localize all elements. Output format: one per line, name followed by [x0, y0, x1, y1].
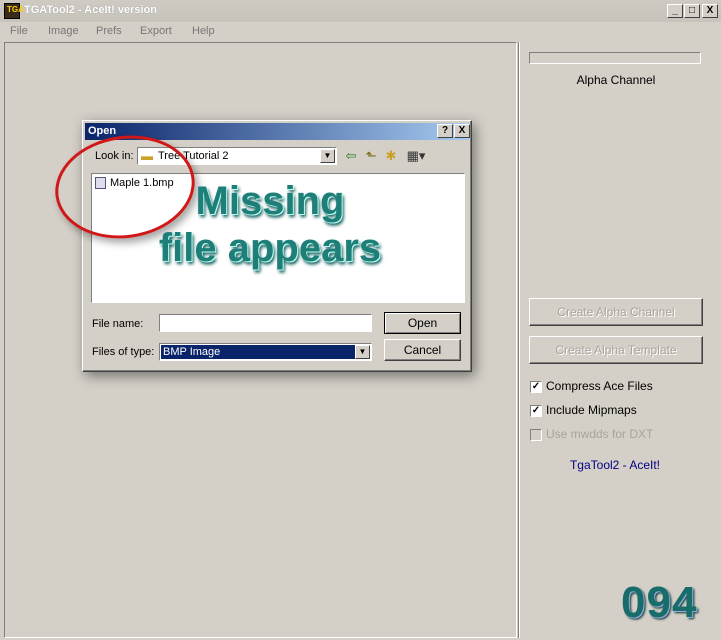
create-alpha-template-button[interactable]: Create Alpha Template	[529, 336, 703, 364]
menu-export[interactable]: Export	[140, 25, 172, 37]
window-title: TGATool2 - AceIt! version	[24, 4, 158, 16]
compress-ace-label: Compress Ace Files	[546, 379, 653, 393]
menu-prefs[interactable]: Prefs	[96, 25, 122, 37]
file-name-label: File name:	[92, 318, 144, 330]
minimize-button[interactable]: _	[667, 4, 683, 18]
chevron-down-icon[interactable]: ▼	[355, 345, 370, 359]
progress-bar	[529, 52, 701, 64]
annotation-line-2: file appears	[158, 226, 382, 270]
use-mwdds-checkbox[interactable]	[530, 429, 542, 441]
help-button[interactable]: ?	[437, 124, 453, 138]
include-mipmaps-checkbox[interactable]: ✓	[530, 405, 542, 417]
files-of-type-label: Files of type:	[92, 346, 155, 358]
dialog-title: Open	[88, 125, 117, 137]
file-type-dropdown[interactable]: BMP Image ▼	[159, 343, 372, 361]
up-folder-icon[interactable]: ⬑	[363, 148, 379, 164]
menu-file[interactable]: File	[10, 25, 28, 37]
menu-bar: File Image Prefs Export Help	[0, 22, 721, 40]
create-alpha-channel-button[interactable]: Create Alpha Channel	[529, 298, 703, 326]
compress-ace-checkbox[interactable]: ✓	[530, 381, 542, 393]
page-number-overlay: 094	[621, 578, 698, 627]
chevron-down-icon[interactable]: ▼	[320, 149, 335, 163]
cancel-button[interactable]: Cancel	[384, 339, 461, 361]
missing-file-annotation: Missing file appears	[90, 178, 450, 272]
dialog-close-button[interactable]: X	[454, 124, 470, 138]
include-mipmaps-label: Include Mipmaps	[546, 403, 637, 417]
use-mwdds-label: Use mwdds for DXT	[546, 427, 654, 441]
view-menu-icon[interactable]: ▦▾	[404, 148, 428, 164]
open-button[interactable]: Open	[384, 312, 461, 334]
back-icon[interactable]: ⇦	[343, 148, 359, 164]
new-folder-icon[interactable]: ✱	[383, 148, 399, 164]
file-type-value: BMP Image	[161, 345, 355, 359]
alpha-channel-label: Alpha Channel	[576, 73, 656, 87]
menu-image[interactable]: Image	[48, 25, 79, 37]
close-button[interactable]: X	[702, 4, 718, 18]
maximize-button[interactable]: □	[684, 4, 700, 18]
annotation-line-1: Missing	[195, 179, 345, 223]
menu-help[interactable]: Help	[192, 25, 215, 37]
app-name-label: TgaTool2 - AceIt!	[569, 458, 661, 472]
window-title-bar[interactable]: TGA TGATool2 - AceIt! version _ □ X	[0, 0, 721, 22]
app-icon: TGA	[4, 3, 24, 19]
file-name-input[interactable]	[159, 314, 372, 332]
